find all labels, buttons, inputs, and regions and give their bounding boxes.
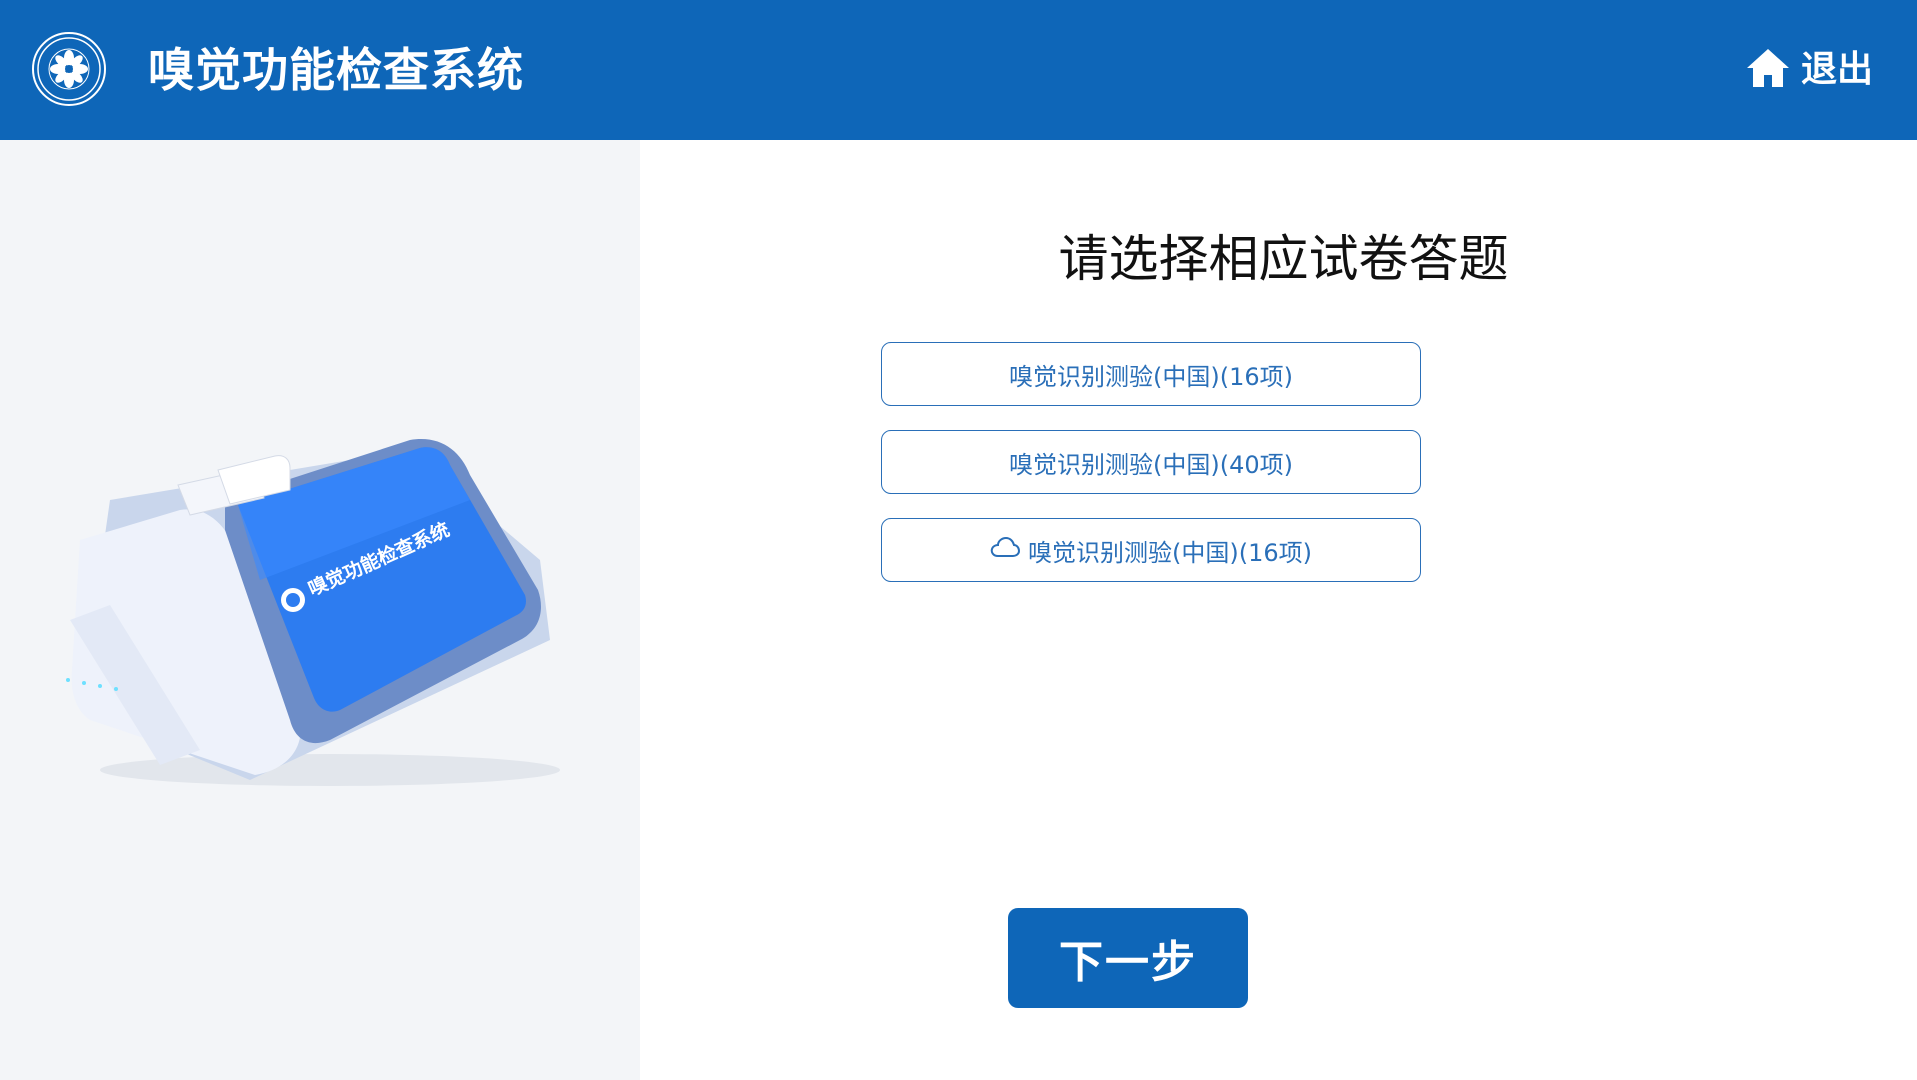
exam-option-3[interactable]: 嗅觉识别测验(中国)(16项) [881, 518, 1421, 582]
exit-label: 退出 [1800, 49, 1873, 90]
app-header: 嗅觉功能检查系统 退出 [0, 0, 1917, 140]
option-label: 嗅觉识别测验(中国)(16项) [1028, 538, 1312, 567]
home-icon [1745, 45, 1791, 95]
app-title: 嗅觉功能检查系统 [148, 43, 524, 97]
device-panel: 嗅觉功能检查系统 [0, 140, 640, 1080]
institution-seal-icon [32, 32, 106, 106]
option-label: 嗅觉识别测验(中国)(40项) [1009, 450, 1293, 479]
page-title: 请选择相应试卷答题 [1058, 230, 1509, 288]
option-label: 嗅觉识别测验(中国)(16项) [1009, 362, 1293, 391]
device-illustration: 嗅觉功能检查系统 [66, 439, 560, 786]
main-content: 请选择相应试卷答题 嗅觉识别测验(中国)(16项) 嗅觉识别测验(中国)(40项… [640, 140, 1917, 1080]
cloud-icon [990, 536, 1021, 564]
next-button[interactable]: 下一步 [1008, 908, 1248, 1008]
exam-option-list: 嗅觉识别测验(中国)(16项) 嗅觉识别测验(中国)(40项) 嗅觉识别测验(中… [881, 342, 1421, 582]
exam-option-1[interactable]: 嗅觉识别测验(中国)(16项) [881, 342, 1421, 406]
exit-button[interactable]: 退出 [1745, 44, 1873, 96]
exam-option-2[interactable]: 嗅觉识别测验(中国)(40项) [881, 430, 1421, 494]
